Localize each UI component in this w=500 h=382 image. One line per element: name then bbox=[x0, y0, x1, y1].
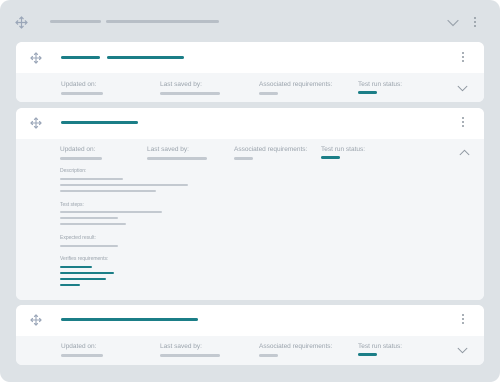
last-saved-by-value bbox=[160, 354, 220, 357]
associated-requirements-value bbox=[259, 354, 278, 357]
test-run-status-label: Test run status: bbox=[358, 81, 403, 88]
updated-on-label: Updated on: bbox=[60, 146, 96, 153]
chevron-up-icon[interactable] bbox=[459, 149, 470, 156]
kebab-menu-icon[interactable] bbox=[462, 117, 465, 129]
description-line bbox=[60, 178, 123, 180]
expected-result-line bbox=[60, 245, 118, 247]
card-header[interactable] bbox=[16, 108, 484, 139]
test-run-status-label: Test run status: bbox=[358, 343, 403, 350]
card-details: Updated on: Last saved by: Associated re… bbox=[16, 139, 484, 300]
requirement-link[interactable] bbox=[60, 284, 80, 286]
group-subtitle-placeholder bbox=[106, 20, 219, 23]
test-case-title-placeholder bbox=[61, 121, 138, 124]
updated-on-label: Updated on: bbox=[61, 343, 97, 350]
associated-requirements-label: Associated requirements: bbox=[259, 343, 333, 350]
test-steps-line bbox=[60, 223, 126, 225]
last-saved-by-value bbox=[160, 92, 220, 95]
associated-requirements-value bbox=[234, 157, 253, 160]
move-icon[interactable] bbox=[30, 52, 42, 64]
chevron-down-icon[interactable] bbox=[447, 19, 459, 27]
updated-on-value bbox=[61, 354, 103, 357]
description-line bbox=[60, 190, 156, 192]
associated-requirements-label: Associated requirements: bbox=[234, 146, 308, 153]
updated-on-value bbox=[61, 92, 103, 95]
test-steps-label: Test steps: bbox=[60, 202, 84, 208]
test-case-id-placeholder bbox=[61, 56, 100, 59]
kebab-menu-icon[interactable] bbox=[462, 314, 465, 326]
associated-requirements-value bbox=[259, 92, 278, 95]
test-case-title-placeholder bbox=[107, 56, 184, 59]
expected-result-label: Expected result: bbox=[60, 235, 96, 241]
card-header[interactable] bbox=[16, 305, 484, 336]
kebab-menu-icon[interactable] bbox=[462, 52, 465, 64]
test-steps-line bbox=[60, 211, 162, 213]
last-saved-by-label: Last saved by: bbox=[160, 81, 202, 88]
associated-requirements-label: Associated requirements: bbox=[259, 81, 333, 88]
description-line bbox=[60, 184, 188, 186]
test-run-status-value bbox=[321, 156, 340, 159]
last-saved-by-value bbox=[147, 157, 207, 160]
updated-on-value bbox=[60, 157, 102, 160]
move-icon[interactable] bbox=[15, 16, 28, 29]
test-run-status-value bbox=[358, 353, 377, 356]
last-saved-by-label: Last saved by: bbox=[160, 343, 202, 350]
group-title-placeholder bbox=[50, 20, 101, 23]
card-header[interactable] bbox=[16, 42, 484, 73]
test-run-status-label: Test run status: bbox=[321, 146, 366, 153]
verifies-requirements-label: Verifies requirements: bbox=[60, 256, 109, 262]
chevron-down-icon[interactable] bbox=[457, 85, 468, 92]
requirement-link[interactable] bbox=[60, 266, 92, 268]
move-icon[interactable] bbox=[30, 117, 42, 129]
test-case-group: Updated on: Last saved by: Associated re… bbox=[0, 0, 500, 382]
test-steps-line bbox=[60, 217, 118, 219]
test-case-card-expanded: Updated on: Last saved by: Associated re… bbox=[16, 108, 484, 300]
test-case-title-placeholder bbox=[61, 318, 198, 321]
test-case-card: Updated on: Last saved by: Associated re… bbox=[16, 305, 484, 365]
requirement-link[interactable] bbox=[60, 278, 106, 280]
kebab-menu-icon[interactable] bbox=[474, 17, 477, 29]
description-label: Description: bbox=[60, 168, 87, 174]
test-case-card: Updated on: Last saved by: Associated re… bbox=[16, 42, 484, 102]
move-icon[interactable] bbox=[30, 314, 42, 326]
chevron-down-icon[interactable] bbox=[457, 347, 468, 354]
requirement-link[interactable] bbox=[60, 272, 114, 274]
last-saved-by-label: Last saved by: bbox=[147, 146, 189, 153]
updated-on-label: Updated on: bbox=[61, 81, 97, 88]
card-summary: Updated on: Last saved by: Associated re… bbox=[16, 73, 484, 102]
test-run-status-value bbox=[358, 91, 377, 94]
card-summary: Updated on: Last saved by: Associated re… bbox=[16, 336, 484, 365]
